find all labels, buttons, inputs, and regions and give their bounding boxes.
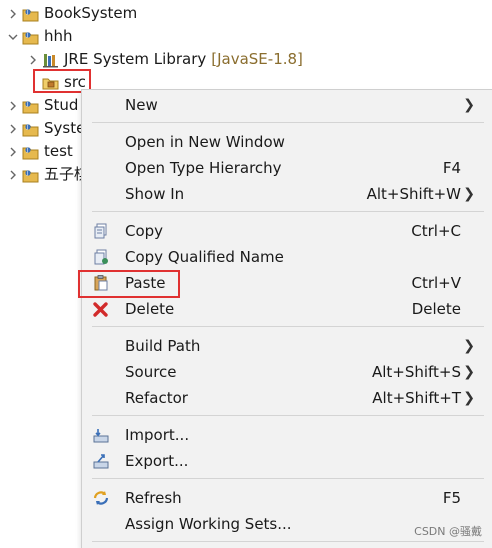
java-project-icon: J (22, 6, 40, 22)
tree-item-label: Syste (44, 119, 86, 137)
tree-item-hhh[interactable]: J hhh (6, 25, 73, 48)
menu-separator (92, 541, 484, 542)
menu-item-refactor[interactable]: Refactor Alt+Shift+T ❯ (82, 385, 491, 411)
tree-item-label: hhh (44, 27, 73, 45)
tree-item-test[interactable]: J test (6, 140, 73, 163)
menu-separator (92, 326, 484, 327)
chevron-down-icon[interactable] (6, 25, 20, 48)
paste-highlight-box (78, 270, 180, 298)
menu-item-build-path[interactable]: Build Path ❯ (82, 333, 491, 359)
menu-separator (92, 122, 484, 123)
menu-separator (92, 211, 484, 212)
java-project-icon: J (22, 98, 40, 114)
java-project-icon: J (22, 121, 40, 137)
copy-icon (92, 222, 110, 240)
tree-item-booksystem[interactable]: J BookSystem (6, 2, 137, 25)
svg-text:J: J (26, 10, 28, 16)
tree-item-stud[interactable]: J Stud (6, 94, 78, 117)
menu-item-source[interactable]: Source Alt+Shift+S ❯ (82, 359, 491, 385)
tree-item-label: test (44, 142, 73, 160)
submenu-arrow-icon: ❯ (463, 186, 475, 202)
submenu-arrow-icon: ❯ (463, 390, 475, 406)
svg-text:J: J (26, 171, 28, 177)
submenu-arrow-icon: ❯ (463, 338, 475, 354)
tree-item-syste[interactable]: J Syste (6, 117, 85, 140)
chevron-right-icon[interactable] (6, 140, 20, 163)
menu-item-copy[interactable]: Copy Ctrl+C (82, 218, 491, 244)
java-project-icon: J (22, 167, 40, 183)
tree-item-label: JRE System Library (64, 50, 207, 68)
menu-separator (92, 415, 484, 416)
menu-item-refresh[interactable]: Refresh F5 (82, 485, 491, 511)
menu-item-export[interactable]: Export... (82, 448, 491, 474)
java-project-icon: J (22, 29, 40, 45)
refresh-icon (92, 489, 110, 507)
submenu-arrow-icon: ❯ (463, 97, 475, 113)
menu-item-open-type-hierarchy[interactable]: Open Type Hierarchy F4 (82, 155, 491, 181)
context-menu: New ❯ Open in New Window Open Type Hiera… (81, 89, 492, 548)
chevron-right-icon[interactable] (6, 2, 20, 25)
watermark: CSDN @骚戴 (414, 525, 482, 538)
java-project-icon: J (22, 144, 40, 160)
menu-item-delete[interactable]: Delete Delete (82, 296, 491, 322)
export-icon (92, 452, 110, 470)
menu-item-new[interactable]: New ❯ (82, 92, 491, 118)
tree-item-jre-library[interactable]: JRE System Library [JavaSE-1.8] (26, 48, 303, 71)
submenu-arrow-icon: ❯ (463, 364, 475, 380)
chevron-right-icon[interactable] (26, 48, 40, 71)
svg-text:J: J (26, 148, 28, 154)
chevron-right-icon[interactable] (6, 94, 20, 117)
import-icon (92, 426, 110, 444)
tree-item-gobang[interactable]: J 五子棋 (6, 163, 89, 186)
jre-version-decoration: [JavaSE-1.8] (211, 50, 303, 68)
svg-text:J: J (26, 125, 28, 131)
menu-separator (92, 478, 484, 479)
menu-item-copy-qualified-name[interactable]: Copy Qualified Name (82, 244, 491, 270)
menu-item-open-in-new-window[interactable]: Open in New Window (82, 129, 491, 155)
delete-icon (92, 300, 110, 318)
copy-qualified-icon (92, 248, 110, 266)
svg-text:J: J (26, 102, 28, 108)
menu-item-import[interactable]: Import... (82, 422, 491, 448)
svg-text:J: J (26, 33, 28, 39)
chevron-right-icon[interactable] (6, 117, 20, 140)
menu-item-show-in[interactable]: Show In Alt+Shift+W ❯ (82, 181, 491, 207)
chevron-right-icon[interactable] (6, 163, 20, 186)
tree-item-label: Stud (44, 96, 79, 114)
tree-item-label: BookSystem (44, 4, 138, 22)
library-icon (42, 52, 60, 68)
